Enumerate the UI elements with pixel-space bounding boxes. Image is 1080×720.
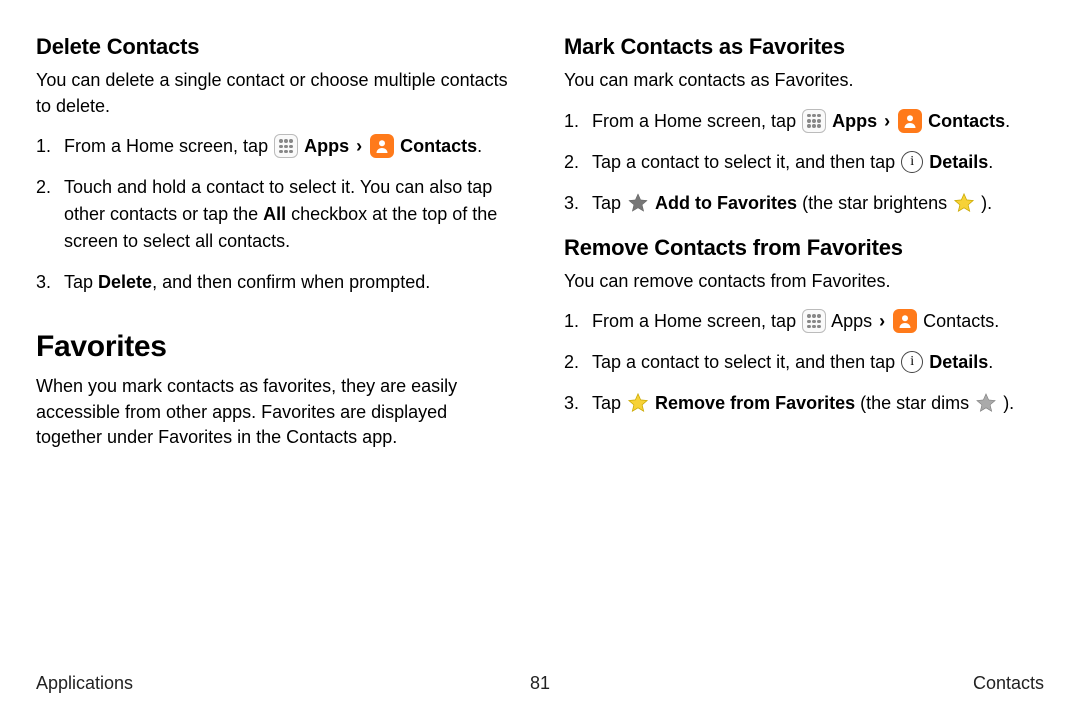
heading-remove-favorites: Remove Contacts from Favorites — [564, 235, 1044, 261]
heading-mark-favorites: Mark Contacts as Favorites — [564, 34, 1044, 60]
chevron-right-icon: › — [354, 136, 364, 156]
text: Tap — [592, 393, 626, 413]
text: Tap a contact to select it, and then tap — [592, 152, 900, 172]
text: Tap — [592, 193, 626, 213]
text: (the star brightens — [802, 193, 952, 213]
text: From a Home screen, tap — [592, 111, 801, 131]
text: , and then confirm when prompted. — [152, 272, 430, 292]
step: From a Home screen, tap Apps › Contacts. — [36, 133, 516, 160]
details-label: Details — [929, 352, 988, 372]
page-columns: Delete Contacts You can delete a single … — [36, 34, 1044, 465]
contacts-icon — [898, 109, 922, 133]
chevron-right-icon: › — [877, 311, 887, 331]
step: Tap a contact to select it, and then tap… — [564, 149, 1044, 176]
period: . — [988, 352, 993, 372]
star-filled-icon — [627, 392, 649, 414]
info-icon: i — [901, 351, 923, 373]
text: ). — [1003, 393, 1014, 413]
text: Tap a contact to select it, and then tap — [592, 352, 900, 372]
apps-icon — [802, 109, 826, 133]
steps-delete: From a Home screen, tap Apps › Contacts.… — [36, 133, 516, 296]
apps-icon — [274, 134, 298, 158]
remove-from-favorites-label: Remove from Favorites — [655, 393, 855, 413]
chevron-right-icon: › — [882, 111, 892, 131]
text: (the star dims — [860, 393, 974, 413]
star-outline-icon — [975, 392, 997, 414]
right-column: Mark Contacts as Favorites You can mark … — [564, 34, 1044, 465]
step: Tap Remove from Favorites (the star dims… — [564, 390, 1044, 417]
step: Touch and hold a contact to select it. Y… — [36, 174, 516, 255]
footer-left: Applications — [36, 673, 133, 694]
period: . — [994, 311, 999, 331]
heading-delete-contacts: Delete Contacts — [36, 34, 516, 60]
lead-remove-favorites: You can remove contacts from Favorites. — [564, 269, 1044, 295]
footer-page-number: 81 — [530, 673, 550, 694]
step: From a Home screen, tap Apps › Contacts. — [564, 308, 1044, 335]
delete-label: Delete — [98, 272, 152, 292]
text: ). — [981, 193, 992, 213]
lead-mark-favorites: You can mark contacts as Favorites. — [564, 68, 1044, 94]
star-filled-icon — [953, 192, 975, 214]
apps-label: Apps — [832, 111, 882, 131]
period: . — [1005, 111, 1010, 131]
all-label: All — [263, 204, 286, 224]
steps-mark: From a Home screen, tap Apps › Contacts.… — [564, 108, 1044, 217]
page-footer: Applications 81 Contacts — [36, 673, 1044, 694]
steps-remove: From a Home screen, tap Apps › Contacts.… — [564, 308, 1044, 417]
contacts-icon — [370, 134, 394, 158]
apps-icon — [802, 309, 826, 333]
step: Tap a contact to select it, and then tap… — [564, 349, 1044, 376]
add-to-favorites-label: Add to Favorites — [655, 193, 797, 213]
text: From a Home screen, tap — [64, 136, 273, 156]
left-column: Delete Contacts You can delete a single … — [36, 34, 516, 465]
star-outline-icon — [627, 192, 649, 214]
step: From a Home screen, tap Apps › Contacts. — [564, 108, 1044, 135]
lead-delete-contacts: You can delete a single contact or choos… — [36, 68, 516, 119]
period: . — [477, 136, 482, 156]
lead-favorites: When you mark contacts as favorites, the… — [36, 374, 516, 451]
apps-label: Apps — [304, 136, 354, 156]
contacts-label: Contacts — [928, 111, 1005, 131]
heading-favorites: Favorites — [36, 330, 516, 364]
details-label: Details — [929, 152, 988, 172]
info-icon: i — [901, 151, 923, 173]
contacts-icon — [893, 309, 917, 333]
footer-right: Contacts — [973, 673, 1044, 694]
contacts-label: Contacts — [923, 311, 994, 331]
step: Tap Delete, and then confirm when prompt… — [36, 269, 516, 296]
period: . — [988, 152, 993, 172]
apps-label: Apps — [831, 311, 877, 331]
text: From a Home screen, tap — [592, 311, 801, 331]
text: Tap — [64, 272, 98, 292]
contacts-label: Contacts — [400, 136, 477, 156]
step: Tap Add to Favorites (the star brightens… — [564, 190, 1044, 217]
